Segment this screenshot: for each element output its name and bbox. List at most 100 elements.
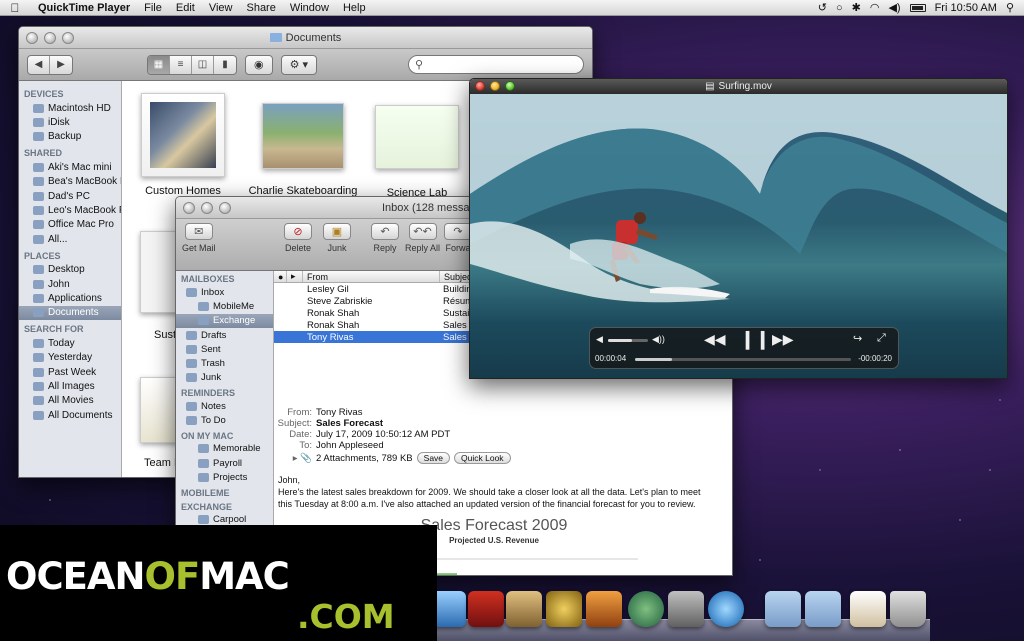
menu-file[interactable]: File: [137, 2, 169, 14]
menu-help[interactable]: Help: [336, 2, 373, 14]
bluetooth-icon[interactable]: ✱: [852, 1, 861, 14]
minimize-button[interactable]: [44, 32, 56, 44]
volume-slider[interactable]: [608, 339, 648, 342]
trash-icon[interactable]: [890, 591, 926, 627]
sidebar-item[interactable]: Backup: [19, 130, 121, 144]
fast-forward-button[interactable]: ▶▶: [772, 331, 794, 348]
sidebar-item[interactable]: All Documents: [19, 408, 121, 422]
mailbox-item[interactable]: MobileMe: [176, 299, 273, 313]
back-icon[interactable]: ◀: [28, 55, 50, 74]
sidebar-item[interactable]: All...: [19, 232, 121, 246]
close-button[interactable]: [183, 202, 195, 214]
sidebar-item[interactable]: Dad's PC: [19, 189, 121, 203]
ichat-icon[interactable]: ○: [836, 2, 843, 14]
to-value[interactable]: John Appleseed: [316, 440, 384, 451]
imovie-icon[interactable]: [468, 591, 504, 627]
app-menu[interactable]: QuickTime Player: [30, 2, 137, 14]
action-button[interactable]: ⚙ ▾: [280, 54, 318, 75]
mailbox-item[interactable]: Inbox: [176, 285, 273, 299]
applications-folder-icon[interactable]: [765, 591, 801, 627]
status-column-icon[interactable]: ●: [274, 271, 287, 282]
mailbox-section-header[interactable]: MAILBOXES: [176, 271, 273, 285]
sidebar-item[interactable]: Bea's MacBook Pro: [19, 175, 121, 189]
sidebar-item[interactable]: Office Mac Pro: [19, 218, 121, 232]
mailbox-item[interactable]: Exchange: [176, 313, 273, 328]
spotlight-icon[interactable]: ⚲: [1006, 1, 1014, 14]
reply-button[interactable]: ↶ Reply: [371, 223, 399, 253]
imovie-star-icon[interactable]: [546, 591, 582, 627]
fullscreen-icon[interactable]: ⤢: [877, 332, 886, 345]
apple-menu-icon[interactable]: : [0, 1, 30, 15]
list-view-icon[interactable]: ≡: [170, 55, 192, 74]
mailbox-item[interactable]: Junk: [176, 371, 273, 385]
sidebar-item[interactable]: iDisk: [19, 115, 121, 129]
system-preferences-icon[interactable]: [668, 591, 704, 627]
pause-button[interactable]: ❙❙: [740, 329, 770, 350]
forward-icon[interactable]: ▶: [50, 56, 72, 74]
menu-window[interactable]: Window: [283, 2, 336, 14]
from-column[interactable]: From: [303, 271, 440, 282]
flag-column-icon[interactable]: ▸: [287, 271, 303, 282]
file-item[interactable]: Science Lab: [374, 105, 460, 199]
time-machine-icon[interactable]: [628, 591, 664, 627]
sidebar-item[interactable]: Desktop: [19, 263, 121, 277]
mailbox-item[interactable]: Memorable: [176, 442, 273, 456]
rewind-button[interactable]: ◀◀: [704, 331, 726, 348]
mailbox-item[interactable]: To Do: [176, 413, 273, 427]
sidebar-item[interactable]: Macintosh HD: [19, 101, 121, 115]
zoom-button[interactable]: [505, 81, 515, 91]
coverflow-view-icon[interactable]: ▮: [214, 56, 236, 74]
menu-share[interactable]: Share: [239, 2, 282, 14]
sidebar-item[interactable]: Past Week: [19, 365, 121, 379]
mailbox-section-header[interactable]: MOBILEME: [176, 485, 273, 499]
menu-view[interactable]: View: [202, 2, 240, 14]
file-item[interactable]: Custom Homes: [136, 93, 230, 197]
mailbox-item[interactable]: Sent: [176, 342, 273, 356]
scrubber[interactable]: [635, 358, 851, 361]
search-input[interactable]: ⚲: [408, 55, 584, 74]
quick-look-button[interactable]: Quick Look: [454, 452, 511, 464]
sidebar-item[interactable]: John: [19, 277, 121, 291]
quick-look-button[interactable]: ◉: [245, 54, 273, 75]
iphoto-icon[interactable]: [506, 591, 542, 627]
delete-button[interactable]: ⊘ Delete: [284, 223, 312, 253]
sidebar-item[interactable]: Yesterday: [19, 350, 121, 364]
share-icon[interactable]: ↪: [853, 332, 862, 345]
close-button[interactable]: [26, 32, 38, 44]
mailbox-item[interactable]: Projects: [176, 470, 273, 484]
mailbox-item[interactable]: Drafts: [176, 328, 273, 342]
sidebar-item[interactable]: All Movies: [19, 394, 121, 408]
clock[interactable]: Fri 10:50 AM: [935, 2, 997, 14]
save-attachments-button[interactable]: Save: [416, 452, 451, 464]
sidebar-item[interactable]: Today: [19, 336, 121, 350]
quicktime-titlebar[interactable]: ▤ Surfing.mov: [470, 79, 1007, 94]
attachment-disclosure-icon[interactable]: ▸ 📎: [274, 453, 316, 464]
sidebar-item[interactable]: Leo's MacBook Pro: [19, 203, 121, 217]
video-frame[interactable]: ◀ ◀)) ◀◀ ❙❙ ▶▶ ↪ ⤢ 00:00:04 -00:00:20: [470, 94, 1007, 378]
get-mail-button[interactable]: ✉ Get Mail: [182, 223, 216, 253]
sidebar-item[interactable]: Aki's Mac mini: [19, 160, 121, 174]
downloads-stack-icon[interactable]: [850, 591, 886, 627]
junk-button[interactable]: ▣ Junk: [323, 223, 351, 253]
documents-folder-icon[interactable]: [805, 591, 841, 627]
finder-titlebar[interactable]: Documents: [19, 27, 592, 49]
zoom-button[interactable]: [62, 32, 74, 44]
zoom-button[interactable]: [219, 202, 231, 214]
volume-icon[interactable]: ◀): [888, 1, 900, 14]
from-value[interactable]: Tony Rivas: [316, 407, 362, 418]
menu-edit[interactable]: Edit: [169, 2, 202, 14]
close-button[interactable]: [475, 81, 485, 91]
time-machine-icon[interactable]: ↺: [818, 1, 827, 14]
mailbox-item[interactable]: Payroll: [176, 456, 273, 470]
file-item[interactable]: Charlie Skateboarding: [246, 103, 360, 197]
reply-all-button[interactable]: ↶↶ Reply All: [405, 223, 440, 253]
mailbox-section-header[interactable]: REMINDERS: [176, 385, 273, 399]
quicktime-icon[interactable]: [708, 591, 744, 627]
battery-icon[interactable]: [909, 3, 926, 12]
minimize-button[interactable]: [201, 202, 213, 214]
mailbox-item[interactable]: Notes: [176, 399, 273, 413]
mailbox-section-header[interactable]: ON MY MAC: [176, 428, 273, 442]
mailbox-item[interactable]: Trash: [176, 356, 273, 370]
forward-button[interactable]: ↷ Forwa: [444, 223, 472, 253]
sidebar-item[interactable]: All Images: [19, 379, 121, 393]
